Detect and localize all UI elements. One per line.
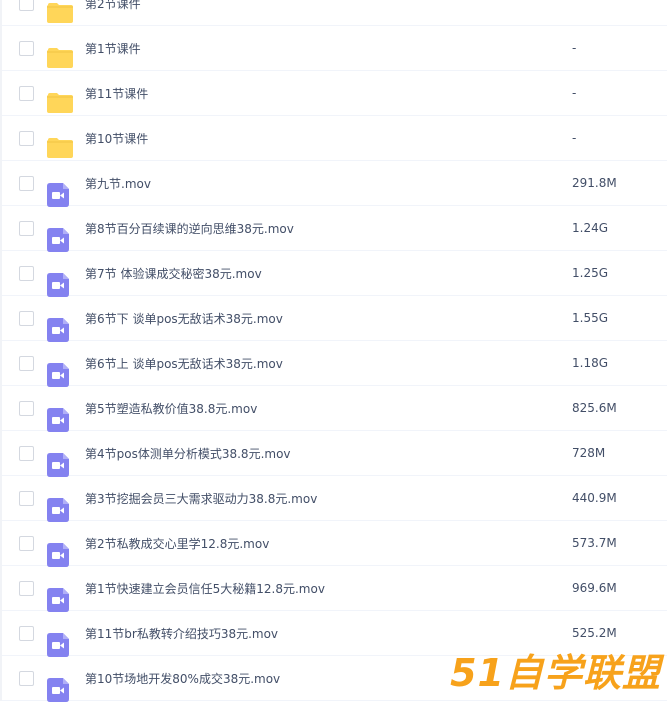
file-row[interactable]: 第1节课件 - (2, 26, 667, 71)
file-size: 969.6M (572, 581, 617, 595)
file-size: 525.2M (572, 626, 617, 640)
file-row[interactable]: 第8节百分百续课的逆向思维38元.mov 1.24G (2, 206, 667, 252)
file-row[interactable]: 第6节上 谈单pos无敌话术38元.mov 1.18G (2, 341, 667, 387)
file-name[interactable]: 第8节百分百续课的逆向思维38元.mov (85, 220, 294, 237)
file-row[interactable]: 第7节 体验课成交秘密38元.mov 1.25G (2, 251, 667, 297)
file-size: 1.25G (572, 266, 609, 280)
row-checkbox[interactable] (19, 625, 34, 641)
file-name[interactable]: 第11节课件 (85, 85, 148, 102)
file-size: 1.18G (572, 356, 609, 370)
file-name[interactable]: 第1节课件 (85, 40, 141, 57)
file-size: 573.7M (572, 536, 617, 550)
row-checkbox[interactable] (19, 0, 34, 11)
file-row[interactable]: 第2节私教成交心里学12.8元.mov 573.7M (2, 521, 667, 567)
file-row[interactable]: 第5节塑造私教价值38.8元.mov 825.6M (2, 386, 667, 432)
row-checkbox[interactable] (19, 400, 34, 416)
file-name[interactable]: 第10节课件 (85, 130, 148, 147)
file-size: - (572, 41, 577, 55)
row-checkbox[interactable] (19, 490, 34, 506)
file-row[interactable]: 第6节下 谈单pos无敌话术38元.mov 1.55G (2, 296, 667, 342)
file-name[interactable]: 第1节快速建立会员信任5大秘籍12.8元.mov (85, 580, 325, 597)
file-list: 第2节课件第1节课件 - 第11节课件 - 第10节课件 - 第九节.mov 291.8M 第8… (0, 0, 667, 702)
file-name[interactable]: 第3节挖掘会员三大需求驱动力38.8元.mov (85, 490, 317, 507)
row-checkbox[interactable] (19, 310, 34, 326)
file-size: - (572, 86, 577, 100)
file-size: 728M (572, 446, 606, 460)
row-checkbox[interactable] (19, 355, 34, 371)
file-name[interactable]: 第5节塑造私教价值38.8元.mov (85, 400, 257, 417)
file-row[interactable]: 第10节课件 - (2, 116, 667, 161)
row-checkbox[interactable] (19, 85, 34, 101)
file-name[interactable]: 第4节pos体测单分析模式38.8元.mov (85, 445, 291, 462)
file-row[interactable]: 第九节.mov 291.8M (2, 161, 667, 207)
file-name[interactable]: 第九节.mov (85, 175, 151, 192)
file-name[interactable]: 第11节br私教转介绍技巧38元.mov (85, 625, 278, 642)
file-size: - (572, 131, 577, 145)
row-checkbox[interactable] (19, 670, 34, 686)
file-name[interactable]: 第6节上 谈单pos无敌话术38元.mov (85, 355, 283, 372)
file-size: 1.55G (572, 311, 609, 325)
file-row[interactable]: 第3节挖掘会员三大需求驱动力38.8元.mov 440.9M (2, 476, 667, 522)
watermark-logo: 51自学联盟 (450, 651, 661, 695)
file-name[interactable]: 第7节 体验课成交秘密38元.mov (85, 265, 262, 282)
file-size: 1.24G (572, 221, 609, 235)
row-checkbox[interactable] (19, 580, 34, 596)
file-name[interactable]: 第2节私教成交心里学12.8元.mov (85, 535, 269, 552)
row-checkbox[interactable] (19, 535, 34, 551)
file-name[interactable]: 第2节课件 (85, 0, 141, 12)
file-name[interactable]: 第6节下 谈单pos无敌话术38元.mov (85, 310, 283, 327)
file-row[interactable]: 第2节课件 (2, 0, 667, 26)
file-size: 440.9M (572, 491, 617, 505)
row-checkbox[interactable] (19, 445, 34, 461)
file-size: 291.8M (572, 176, 617, 190)
row-checkbox[interactable] (19, 130, 34, 146)
row-checkbox[interactable] (19, 175, 34, 191)
row-checkbox[interactable] (19, 265, 34, 281)
row-checkbox[interactable] (19, 220, 34, 236)
file-size: 825.6M (572, 401, 617, 415)
file-name[interactable]: 第10节场地开发80%成交38元.mov (85, 670, 280, 687)
file-row[interactable]: 第11节课件 - (2, 71, 667, 116)
file-row[interactable]: 第4节pos体测单分析模式38.8元.mov 728M (2, 431, 667, 477)
row-checkbox[interactable] (19, 40, 34, 56)
file-row[interactable]: 第1节快速建立会员信任5大秘籍12.8元.mov 969.6M (2, 566, 667, 612)
